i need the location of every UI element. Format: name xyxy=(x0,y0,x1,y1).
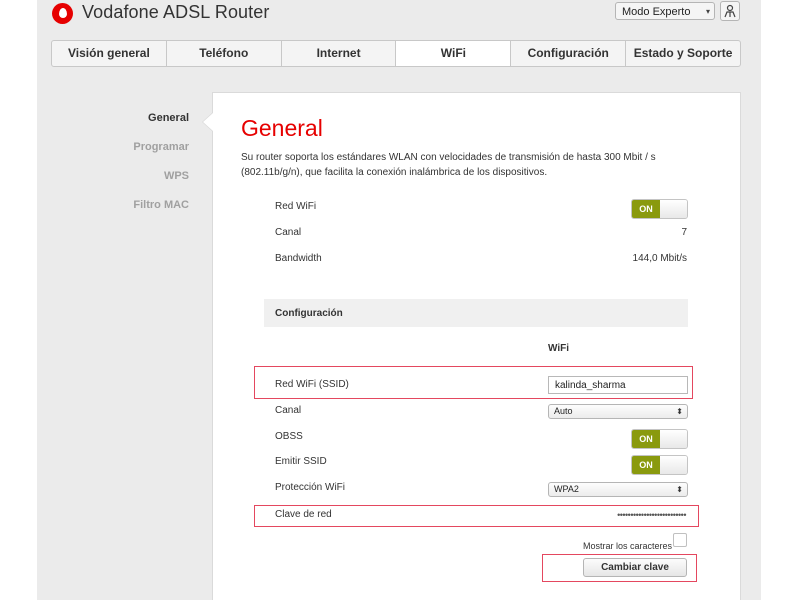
sidebar-item-filtro-mac[interactable]: Filtro MAC xyxy=(100,199,189,228)
toggle-knob xyxy=(660,456,687,474)
sidebar: General Programar WPS Filtro MAC xyxy=(100,112,189,228)
show-chars-checkbox[interactable] xyxy=(673,533,687,547)
vodafone-logo-icon xyxy=(52,3,73,24)
emit-ssid-toggle[interactable]: ON xyxy=(631,455,688,475)
bandwidth-label: Bandwidth xyxy=(275,253,322,264)
obss-label: OBSS xyxy=(275,431,303,442)
mode-select-value: Modo Experto xyxy=(622,6,691,18)
updown-arrow-icon: ⬍ xyxy=(676,485,683,494)
obss-toggle[interactable]: ON xyxy=(631,429,688,449)
tab-internet[interactable]: Internet xyxy=(282,41,397,66)
change-key-button[interactable]: Cambiar clave xyxy=(583,558,687,577)
sidebar-item-general[interactable]: General xyxy=(100,112,189,141)
channel-status-value: 7 xyxy=(681,227,687,238)
toggle-knob xyxy=(660,200,687,218)
emit-ssid-label: Emitir SSID xyxy=(275,456,327,467)
network-key-label: Clave de red xyxy=(275,509,332,520)
toggle-on-label: ON xyxy=(632,200,660,218)
user-icon xyxy=(724,4,736,18)
protection-select[interactable]: WPA2 ⬍ xyxy=(548,482,688,497)
updown-arrow-icon: ⬍ xyxy=(676,407,683,416)
tab-telefono[interactable]: Teléfono xyxy=(167,41,282,66)
page-description: Su router soporta los estándares WLAN co… xyxy=(241,152,656,178)
chevron-down-icon: ▾ xyxy=(705,7,710,16)
page-title: General xyxy=(241,115,323,141)
sidebar-item-programar[interactable]: Programar xyxy=(100,141,189,170)
wifi-toggle[interactable]: ON xyxy=(631,199,688,219)
bandwidth-value: 144,0 Mbit/s xyxy=(632,253,687,264)
channel-status-label: Canal xyxy=(275,227,302,238)
toggle-on-label: ON xyxy=(632,430,660,448)
protection-label: Protección WiFi xyxy=(275,482,346,493)
user-button[interactable] xyxy=(720,1,740,21)
sidebar-item-wps[interactable]: WPS xyxy=(100,170,189,199)
config-section-header: Configuración xyxy=(264,299,688,327)
mode-select[interactable]: Modo Experto ▾ xyxy=(615,2,715,20)
wifi-column-header: WiFi xyxy=(548,343,570,354)
tab-vision-general[interactable]: Visión general xyxy=(52,41,167,66)
tab-wifi[interactable]: WiFi xyxy=(396,41,512,66)
panel-pointer xyxy=(202,112,213,132)
toggle-knob xyxy=(660,430,687,448)
config-section-title: Configuración xyxy=(275,308,343,319)
channel-config-label: Canal xyxy=(275,405,302,416)
tab-estado-soporte[interactable]: Estado y Soporte xyxy=(626,41,740,66)
main-tabs: Visión general Teléfono Internet WiFi Co… xyxy=(51,40,741,67)
wifi-status-label: Red WiFi xyxy=(275,201,317,212)
channel-select-value: Auto xyxy=(554,406,573,416)
protection-select-value: WPA2 xyxy=(554,484,579,494)
show-chars-label: Mostrar los caracteres xyxy=(583,541,673,551)
toggle-on-label: ON xyxy=(632,456,660,474)
ssid-input[interactable] xyxy=(548,376,688,394)
ssid-label: Red WiFi (SSID) xyxy=(275,379,349,390)
app-title: Vodafone ADSL Router xyxy=(82,2,270,22)
network-key-value: •••••••••••••••••••••••••• xyxy=(617,510,686,520)
tab-configuracion[interactable]: Configuración xyxy=(511,41,627,66)
channel-select[interactable]: Auto ⬍ xyxy=(548,404,688,419)
